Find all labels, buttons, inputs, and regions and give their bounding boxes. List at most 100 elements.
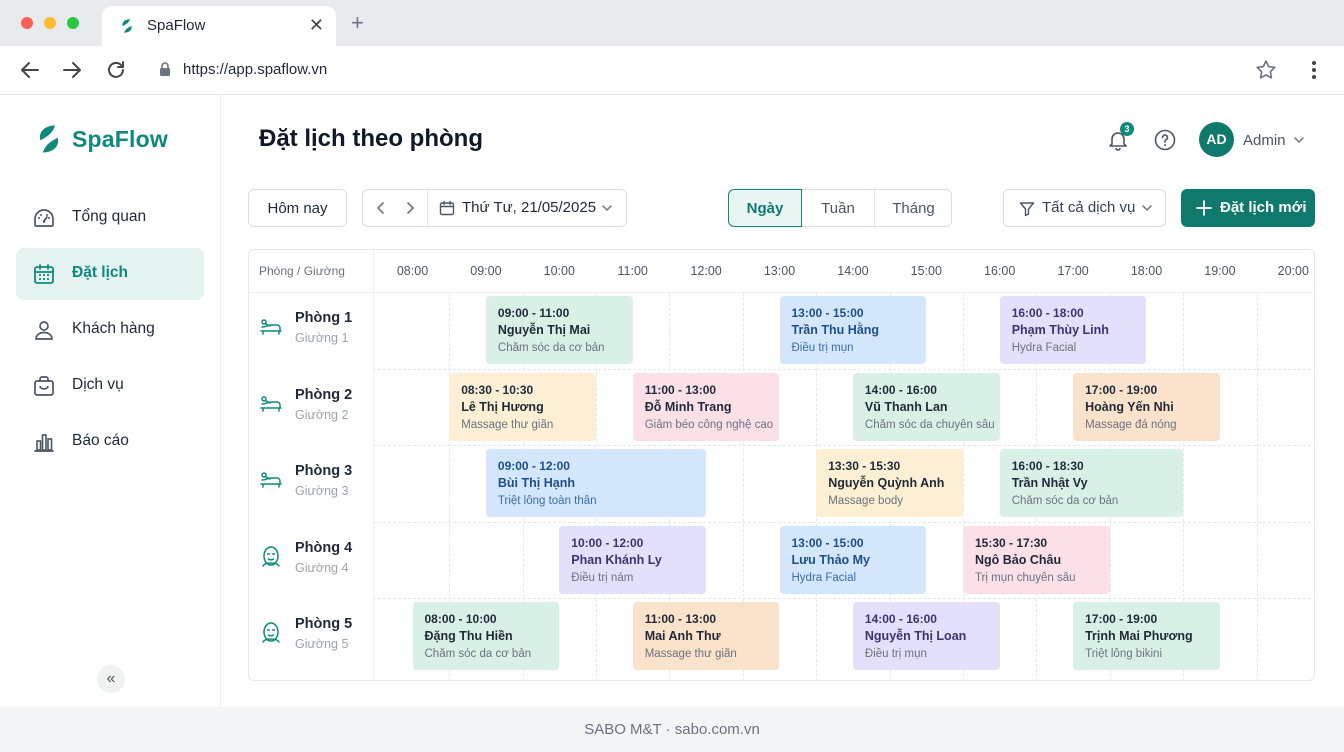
massage-bed-icon [260, 395, 282, 412]
booking-service: Hydra Facial [1011, 342, 1077, 354]
room-row-header: Phòng 5 Giường 5 [249, 600, 373, 676]
filter-icon [1019, 202, 1035, 217]
booking-card[interactable]: 08:00 - 10:00 Đặng Thu Hiền Chăm sóc da cơ… [412, 602, 560, 670]
sidebar-item-label: Dịch vụ [72, 376, 124, 393]
help-icon[interactable] [1153, 128, 1177, 152]
room-row-header: Phòng 1 Giường 1 [249, 294, 373, 370]
booking-card[interactable]: 14:00 - 16:00 Vũ Thanh Lan Chăm sóc da chu… [852, 372, 1000, 441]
booking-card[interactable]: 13:00 - 15:00 Lưu Thảo My Hydra Facial [779, 525, 927, 594]
url-field[interactable]: https://app.spaflow.vn [183, 61, 327, 78]
view-switcher: Ngày Tuần Tháng [728, 189, 952, 227]
reload-icon[interactable] [104, 58, 128, 82]
booking-service: Chăm sóc da cơ bản [424, 648, 532, 660]
room-row-header: Phòng 3 Giường 3 [249, 447, 373, 523]
booking-service: Triệt lông bikini [1085, 648, 1163, 660]
user-name[interactable]: Admin [1243, 132, 1286, 149]
booking-card[interactable]: 16:00 - 18:00 Phạm Thùy Linh Hydra Facial [999, 296, 1147, 364]
booking-customer: Nguyễn Quỳnh Anh [828, 476, 945, 490]
booking-time: 16:00 - 18:00 [1011, 306, 1084, 320]
booking-card[interactable]: 13:00 - 15:00 Trần Thu Hằng Điều trị mụn [779, 296, 927, 364]
booking-card[interactable]: 16:00 - 18:30 Trần Nhật Vy Chăm sóc da cơ … [999, 449, 1184, 517]
booking-customer: Phạm Thùy Linh [1011, 323, 1109, 337]
room-schedule-grid: Phòng / Giường 08:00 09:00 10:00 11:00 12:00… [248, 249, 1315, 681]
chevron-down-icon [1142, 205, 1152, 212]
bar-chart-icon [34, 434, 54, 452]
grid-line [373, 598, 1314, 599]
new-tab-icon[interactable]: + [351, 11, 364, 35]
booking-service: Triệt lông toàn thân [497, 495, 597, 507]
avatar[interactable]: AD [1199, 122, 1234, 157]
room-name: Phòng 3 [295, 463, 353, 479]
booking-service: Điều trị nám [571, 571, 634, 584]
booking-customer: Lê Thị Hương [461, 399, 544, 414]
booking-card[interactable]: 09:00 - 11:00 Nguyễn Thị Mai Chăm sóc da c… [485, 296, 633, 364]
booking-card[interactable]: 14:00 - 16:00 Nguyễn Thị Loan Điều trị mụn [852, 602, 1000, 670]
booking-card[interactable]: 11:00 - 13:00 Mai Anh Thư Massage thư giãn [632, 602, 780, 670]
booking-card[interactable]: 11:00 - 13:00 Đỗ Minh Trang Giảm béo công … [632, 372, 780, 441]
brand[interactable]: SpaFlow [34, 123, 168, 155]
booking-card[interactable]: 10:00 - 12:00 Phan Khánh Ly Điều trị nám [559, 525, 707, 594]
window-maximize-dot[interactable] [67, 17, 79, 29]
booking-card[interactable]: 17:00 - 19:00 Trịnh Mai Phương Triệt lông … [1073, 602, 1220, 670]
booking-time: 15:30 - 17:30 [975, 535, 1048, 550]
booking-service: Massage thư giãn [461, 418, 554, 431]
window-minimize-dot[interactable] [44, 17, 56, 29]
bookmark-star-icon[interactable] [1254, 58, 1278, 82]
chevron-down-icon[interactable] [601, 202, 613, 214]
time-column-header: 19:00 [1204, 264, 1236, 278]
sidebar-item-bao-cao[interactable]: Báo cáo [16, 416, 204, 468]
calendar-icon [34, 264, 54, 284]
service-filter-dropdown[interactable]: Tất cả dịch vụ [1003, 189, 1166, 227]
booking-time: 16:00 - 18:30 [1011, 459, 1084, 473]
booking-customer: Đặng Thu Hiền [424, 629, 513, 643]
grid-line [373, 368, 1314, 370]
booking-customer: Nguyễn Thị Mai [497, 323, 591, 337]
booking-card[interactable]: 17:00 - 19:00 Hoàng Yến Nhi Massage đá nón… [1073, 372, 1220, 441]
booking-customer: Lưu Thảo My [791, 552, 871, 567]
booking-service: Massage body [828, 495, 903, 507]
browser-menu-icon[interactable] [1304, 58, 1324, 82]
chevron-left-icon[interactable] [374, 200, 388, 216]
spaflow-logo-icon [122, 19, 132, 33]
booking-card[interactable]: 13:30 - 15:30 Nguyễn Quỳnh Anh Massage bod… [816, 449, 963, 517]
view-tab-week[interactable]: Tuần [802, 189, 874, 227]
new-booking-button[interactable]: Đặt lịch mới [1181, 189, 1315, 227]
booking-time: 13:00 - 15:00 [791, 535, 864, 550]
view-tab-month[interactable]: Tháng [875, 189, 952, 227]
page-title: Đặt lịch theo phòng [259, 125, 483, 152]
chevron-down-icon[interactable] [1293, 134, 1305, 146]
room-column-header: Phòng / Giường [259, 264, 345, 278]
booking-time: 17:00 - 19:00 [1085, 612, 1158, 626]
booking-card[interactable]: 09:00 - 12:00 Bùi Thị Hạnh Triệt lông toàn… [485, 449, 707, 517]
window-close-dot[interactable] [21, 17, 33, 29]
grid-line [373, 521, 1314, 523]
browser-tab-bar: SpaFlow ✕ + [0, 0, 1344, 46]
date-picker-value[interactable]: Thứ Tư, 21/05/2025 [462, 199, 596, 216]
view-tab-day[interactable]: Ngày [728, 189, 802, 227]
sidebar-item-dat-lich[interactable]: Đặt lịch [16, 248, 204, 300]
tab-close-icon[interactable]: ✕ [309, 15, 324, 35]
collapse-sidebar-button[interactable]: « [97, 665, 125, 693]
time-column-header: 13:00 [763, 264, 796, 278]
chevron-right-icon[interactable] [403, 200, 417, 216]
sidebar-item-khach-hang[interactable]: Khách hàng [16, 304, 204, 356]
booking-service: Trị mụn chuyên sâu [975, 571, 1076, 584]
time-column-header: 16:00 [984, 264, 1016, 278]
time-column-header: 15:00 [910, 264, 942, 278]
today-button[interactable]: Hôm nay [248, 189, 347, 227]
dashboard-icon [34, 209, 54, 227]
browser-tab[interactable]: SpaFlow ✕ [102, 6, 336, 46]
sidebar-item-tong-quan[interactable]: Tổng quan [16, 192, 204, 244]
booking-service: Giảm béo công nghệ cao [644, 418, 774, 431]
sidebar: SpaFlow Tổng quan Đặt lịch Khách hàng Dị… [0, 95, 221, 707]
sidebar-item-dich-vu[interactable]: Dịch vụ [16, 360, 204, 412]
lock-icon [160, 62, 170, 76]
calendar-icon [439, 200, 455, 216]
booking-card[interactable]: 15:30 - 17:30 Ngô Bảo Châu Trị mụn chuyên … [963, 525, 1110, 594]
booking-time: 09:00 - 11:00 [497, 306, 570, 320]
app-window: SpaFlow Tổng quan Đặt lịch Khách hàng Dị… [0, 95, 1344, 707]
filter-label: Tất cả dịch vụ [1042, 199, 1136, 216]
forward-icon[interactable] [60, 58, 84, 82]
back-icon[interactable] [18, 58, 42, 82]
booking-card[interactable]: 08:30 - 10:30 Lê Thị Hương Massage thư giã… [449, 372, 596, 441]
